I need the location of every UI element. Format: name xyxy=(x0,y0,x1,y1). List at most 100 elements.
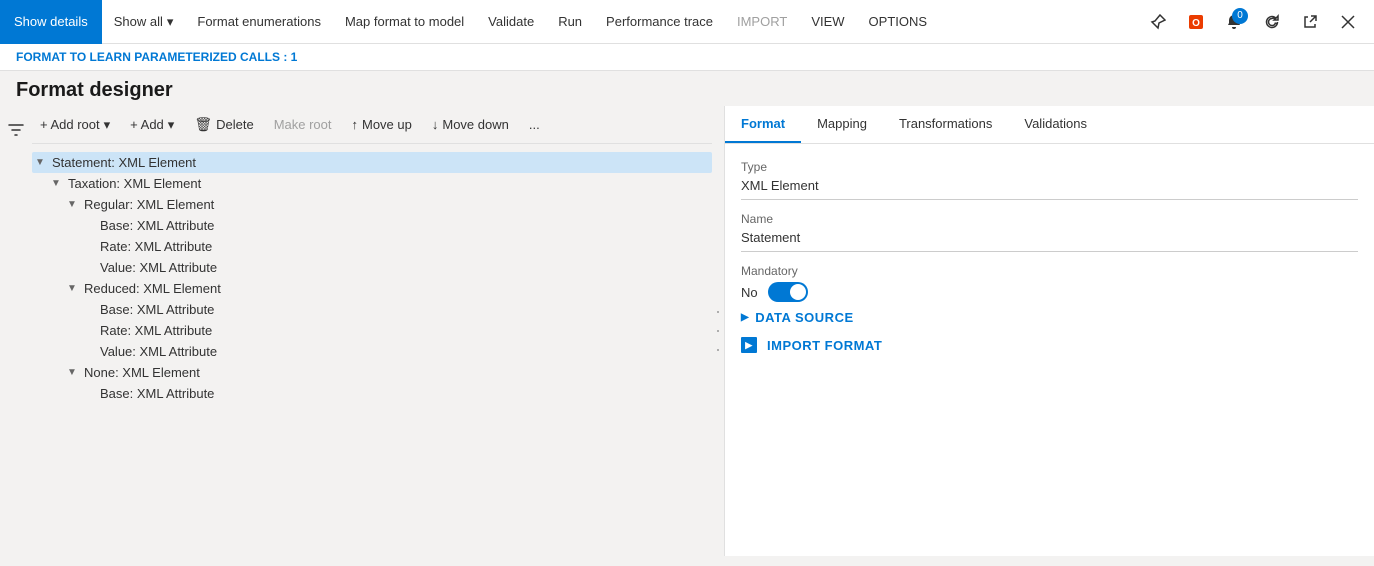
tree-panel: + Add root ▾ + Add ▾ 🗑 Delete Make root … xyxy=(32,106,712,556)
move-up-icon: ↑ xyxy=(352,117,359,132)
tree-item[interactable]: Base: XML Attribute xyxy=(32,299,712,320)
tree-item[interactable]: ▼Taxation: XML Element xyxy=(32,173,712,194)
tree-item[interactable]: ▼Regular: XML Element xyxy=(32,194,712,215)
tree-item-label: Base: XML Attribute xyxy=(96,218,214,233)
move-down-label: Move down xyxy=(442,117,508,132)
make-root-label: Make root xyxy=(274,117,332,132)
notification-icon[interactable]: 0 xyxy=(1216,4,1252,40)
tree-item-label: None: XML Element xyxy=(80,365,200,380)
tree-container: ▼Statement: XML Element▼Taxation: XML El… xyxy=(32,144,712,556)
tree-item-label: Base: XML Attribute xyxy=(96,386,214,401)
tree-item-label: Regular: XML Element xyxy=(80,197,214,212)
tree-item-label: Base: XML Attribute xyxy=(96,302,214,317)
tab-format[interactable]: Format xyxy=(725,106,801,143)
tree-item-label: Value: XML Attribute xyxy=(96,344,217,359)
topbar-right-icons: O 0 xyxy=(1140,0,1374,44)
mandatory-label: Mandatory xyxy=(741,264,1358,278)
show-details-button[interactable]: Show details xyxy=(0,0,102,44)
tree-item-label: Statement: XML Element xyxy=(48,155,196,170)
tree-chevron-icon[interactable]: ▼ xyxy=(48,178,64,189)
move-up-button[interactable]: ↑ Move up xyxy=(344,113,420,136)
import-format-icon: ▶ xyxy=(741,337,757,353)
tree-item[interactable]: ▼Reduced: XML Element xyxy=(32,278,712,299)
filter-icon[interactable] xyxy=(4,118,28,145)
office-icon[interactable]: O xyxy=(1178,4,1214,40)
main-layout: + Add root ▾ + Add ▾ 🗑 Delete Make root … xyxy=(0,106,1374,556)
run-button[interactable]: Run xyxy=(546,0,594,44)
move-down-button[interactable]: ↓ Move down xyxy=(424,113,517,136)
mandatory-no: No xyxy=(741,285,758,300)
validate-button[interactable]: Validate xyxy=(476,0,546,44)
tree-item[interactable]: ▼Statement: XML Element xyxy=(32,152,712,173)
svg-text:O: O xyxy=(1192,18,1200,29)
mandatory-row: No xyxy=(741,282,1358,302)
name-label: Name xyxy=(741,212,1358,226)
data-source-section[interactable]: ▶ DATA SOURCE xyxy=(741,302,1358,329)
tree-item[interactable]: Rate: XML Attribute xyxy=(32,320,712,341)
page-title: Format designer xyxy=(16,79,1358,102)
tree-chevron-icon[interactable]: ▼ xyxy=(64,367,80,378)
right-panel: FormatMappingTransformationsValidations … xyxy=(724,106,1374,556)
tree-item[interactable]: Value: XML Attribute xyxy=(32,257,712,278)
right-tabs: FormatMappingTransformationsValidations xyxy=(725,106,1374,144)
tree-chevron-icon[interactable]: ▼ xyxy=(64,199,80,210)
tree-item[interactable]: ▼None: XML Element xyxy=(32,362,712,383)
mandatory-toggle[interactable] xyxy=(768,282,808,302)
view-button[interactable]: VIEW xyxy=(799,0,856,44)
add-chevron-icon: ▾ xyxy=(168,117,175,133)
refresh-icon[interactable] xyxy=(1254,4,1290,40)
tab-transformations[interactable]: Transformations xyxy=(883,106,1008,143)
topbar: Show details Show all ▾ Format enumerati… xyxy=(0,0,1374,44)
toggle-thumb xyxy=(790,284,806,300)
tab-validations[interactable]: Validations xyxy=(1008,106,1103,143)
page-header: Format designer xyxy=(0,71,1374,106)
delete-label: Delete xyxy=(216,117,254,132)
tree-item-label: Value: XML Attribute xyxy=(96,260,217,275)
banner-prefix: FORMAT TO LEARN PARAMETERIZED CALLS : xyxy=(16,50,287,64)
tree-item-label: Taxation: XML Element xyxy=(64,176,201,191)
options-button[interactable]: OPTIONS xyxy=(857,0,940,44)
performance-trace-button[interactable]: Performance trace xyxy=(594,0,725,44)
open-external-icon[interactable] xyxy=(1292,4,1328,40)
add-label: + Add xyxy=(130,117,164,132)
tree-chevron-icon[interactable]: ▼ xyxy=(64,283,80,294)
tree-item[interactable]: Value: XML Attribute xyxy=(32,341,712,362)
more-options-label: ... xyxy=(529,117,540,132)
type-value: XML Element xyxy=(741,178,1358,200)
right-content: Type XML Element Name Statement Mandator… xyxy=(725,144,1374,556)
import-format-label: IMPORT FORMAT xyxy=(767,338,882,353)
tab-mapping[interactable]: Mapping xyxy=(801,106,883,143)
type-label: Type xyxy=(741,160,1358,174)
tree-chevron-icon[interactable]: ▼ xyxy=(32,157,48,168)
notification-badge: 0 xyxy=(1232,8,1248,24)
panel-resize-handle[interactable] xyxy=(712,106,724,556)
tree-item[interactable]: Base: XML Attribute xyxy=(32,215,712,236)
add-button[interactable]: + Add ▾ xyxy=(122,113,182,137)
sidebar-filter xyxy=(0,106,32,556)
show-all-label: Show all xyxy=(114,14,163,29)
data-source-chevron-icon: ▶ xyxy=(741,312,749,323)
delete-button[interactable]: 🗑 Delete xyxy=(186,112,261,137)
tree-item-label: Rate: XML Attribute xyxy=(96,239,212,254)
make-root-button: Make root xyxy=(266,113,340,136)
tree-item-label: Reduced: XML Element xyxy=(80,281,221,296)
format-enumerations-button[interactable]: Format enumerations xyxy=(185,0,333,44)
tree-item[interactable]: Base: XML Attribute xyxy=(32,383,712,404)
tree-item-label: Rate: XML Attribute xyxy=(96,323,212,338)
pin-icon[interactable] xyxy=(1140,4,1176,40)
banner: FORMAT TO LEARN PARAMETERIZED CALLS : 1 xyxy=(0,44,1374,71)
add-root-label: + Add root xyxy=(40,117,100,132)
import-format-section[interactable]: ▶ IMPORT FORMAT xyxy=(741,329,1358,357)
banner-count: 1 xyxy=(287,50,297,64)
name-value: Statement xyxy=(741,230,1358,252)
show-all-button[interactable]: Show all ▾ xyxy=(102,0,186,44)
add-root-button[interactable]: + Add root ▾ xyxy=(32,113,118,137)
map-format-to-model-button[interactable]: Map format to model xyxy=(333,0,476,44)
move-up-label: Move up xyxy=(362,117,412,132)
import-button: IMPORT xyxy=(725,0,799,44)
close-icon[interactable] xyxy=(1330,4,1366,40)
tree-item[interactable]: Rate: XML Attribute xyxy=(32,236,712,257)
data-source-label: DATA SOURCE xyxy=(755,310,853,325)
more-options-button[interactable]: ... xyxy=(521,113,548,136)
add-root-chevron-icon: ▾ xyxy=(104,117,111,133)
